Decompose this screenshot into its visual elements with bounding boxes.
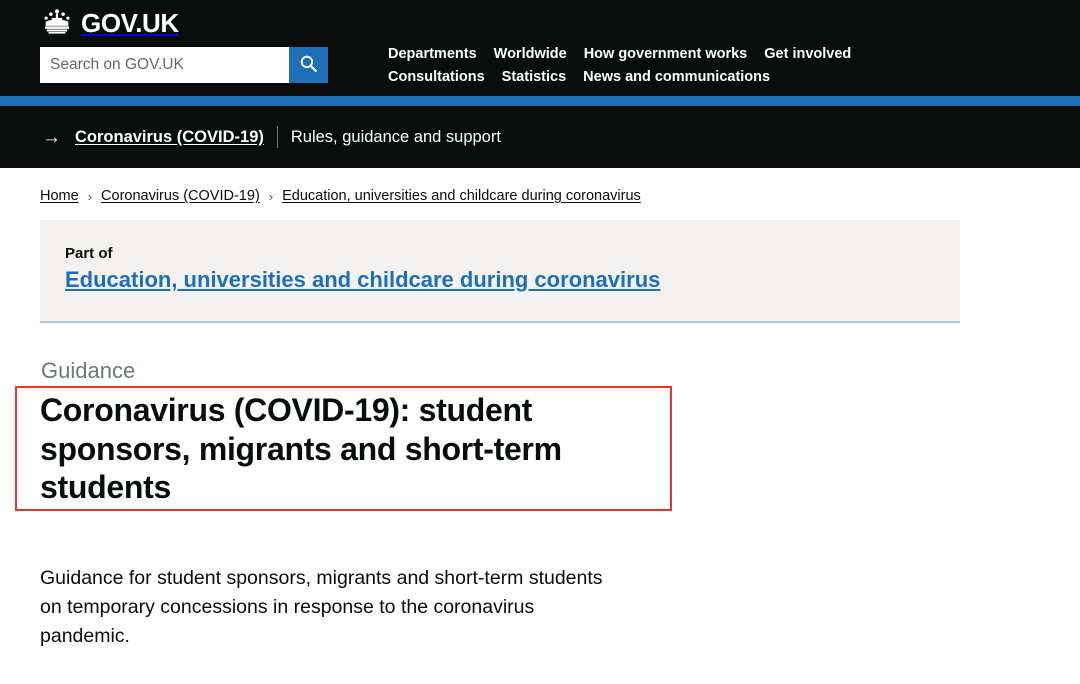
page-title: Coronavirus (COVID-19): student sponsors… [40, 392, 562, 505]
breadcrumb-item-home[interactable]: Home [40, 188, 79, 204]
breadcrumb-separator: › [268, 188, 274, 204]
search-input[interactable] [40, 47, 289, 83]
coronavirus-banner-description: Rules, guidance and support [290, 127, 501, 146]
banner-divider [276, 126, 278, 148]
search-icon [299, 54, 318, 76]
nav-link-worldwide[interactable]: Worldwide [494, 45, 567, 65]
part-of-link[interactable]: Education, universities and childcare du… [65, 267, 660, 292]
nav-link-departments[interactable]: Departments [388, 45, 477, 65]
coronavirus-banner: → Coronavirus (COVID-19) Rules, guidance… [0, 106, 1080, 168]
breadcrumb: Home › Coronavirus (COVID-19) › Educatio… [40, 188, 1080, 204]
breadcrumb-item-education[interactable]: Education, universities and childcare du… [282, 188, 641, 204]
arrow-right-icon: → [42, 126, 61, 148]
title-block: Guidance Coronavirus (COVID-19): student… [15, 358, 1080, 511]
search-submit-button[interactable] [289, 47, 328, 83]
nav-link-statistics[interactable]: Statistics [502, 68, 566, 88]
coronavirus-banner-link[interactable]: Coronavirus (COVID-19) [75, 128, 264, 147]
header-brand-column: GOV.UK [40, 8, 360, 83]
header-navigation: Departments Worldwide How government wor… [388, 9, 851, 90]
header-blue-accent-bar [0, 96, 1080, 106]
nav-link-news-and-communications[interactable]: News and communications [583, 68, 770, 88]
crown-icon [40, 8, 74, 39]
page-lede: Guidance for student sponsors, migrants … [40, 567, 603, 648]
gov-uk-logo-link[interactable]: GOV.UK [40, 8, 360, 39]
main-content: Home › Coronavirus (COVID-19) › Educatio… [0, 168, 1080, 651]
nav-link-get-involved[interactable]: Get involved [764, 45, 851, 65]
site-search-form [40, 47, 328, 83]
breadcrumb-item-coronavirus[interactable]: Coronavirus (COVID-19) [101, 188, 260, 204]
gov-uk-logo-text: GOV.UK [81, 8, 179, 38]
header-inner: GOV.UK Departments Worldwide Ho [0, 8, 1080, 90]
header-nav-row-2: Consultations Statistics News and commun… [388, 68, 851, 88]
breadcrumb-separator: › [87, 188, 93, 204]
part-of-box: Part of Education, universities and chil… [40, 220, 960, 323]
part-of-label: Part of [65, 245, 113, 262]
nav-link-consultations[interactable]: Consultations [388, 68, 485, 88]
header-nav-row-1: Departments Worldwide How government wor… [388, 45, 851, 65]
page-kicker: Guidance [41, 358, 136, 383]
gov-uk-header: GOV.UK Departments Worldwide Ho [0, 0, 1080, 96]
nav-link-how-government-works[interactable]: How government works [584, 45, 748, 65]
